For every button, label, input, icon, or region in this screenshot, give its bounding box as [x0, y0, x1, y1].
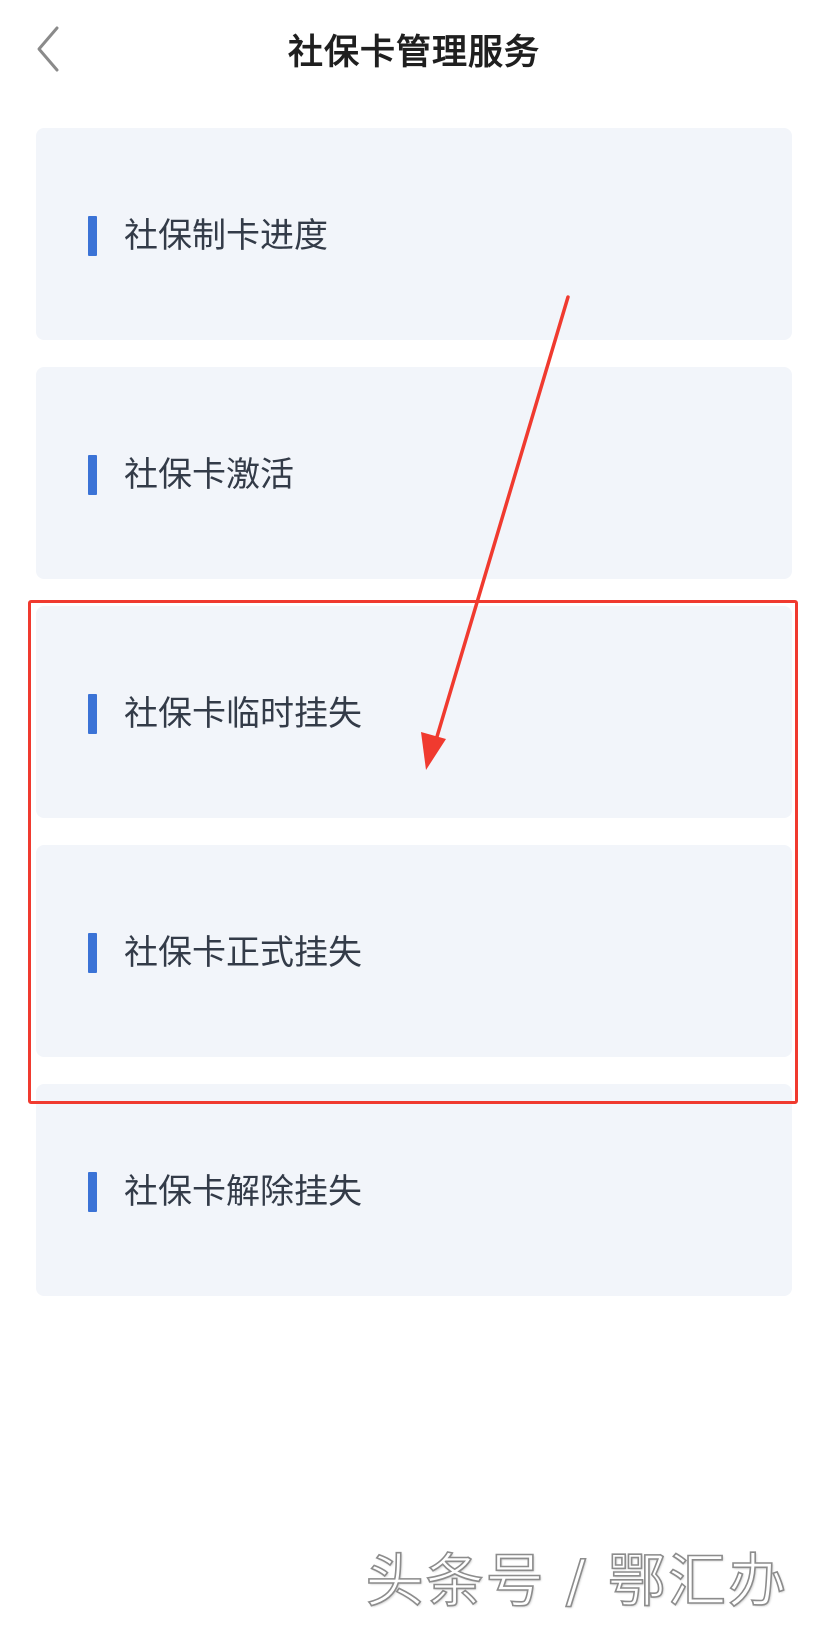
menu-item-label: 社保制卡进度 [124, 216, 328, 256]
accent-bar [88, 933, 97, 973]
accent-bar [88, 455, 97, 495]
accent-bar [88, 216, 97, 256]
menu-item-label: 社保卡临时挂失 [124, 694, 362, 734]
menu-item-card-progress[interactable]: 社保制卡进度 [36, 128, 792, 340]
menu-item-temporary-loss-report[interactable]: 社保卡临时挂失 [36, 606, 792, 818]
accent-bar [88, 694, 97, 734]
menu-item-label: 社保卡激活 [124, 455, 294, 495]
header: 社保卡管理服务 [0, 0, 828, 100]
menu-item-cancel-loss-report[interactable]: 社保卡解除挂失 [36, 1084, 792, 1296]
menu-item-formal-loss-report[interactable]: 社保卡正式挂失 [36, 845, 792, 1057]
menu-item-card-activation[interactable]: 社保卡激活 [36, 367, 792, 579]
watermark-text: 头条号 / 鄂汇办 [365, 1546, 788, 1616]
menu-item-label: 社保卡正式挂失 [124, 933, 362, 973]
accent-bar [88, 1172, 97, 1212]
page-title: 社保卡管理服务 [287, 33, 540, 73]
menu-item-label: 社保卡解除挂失 [124, 1172, 362, 1212]
